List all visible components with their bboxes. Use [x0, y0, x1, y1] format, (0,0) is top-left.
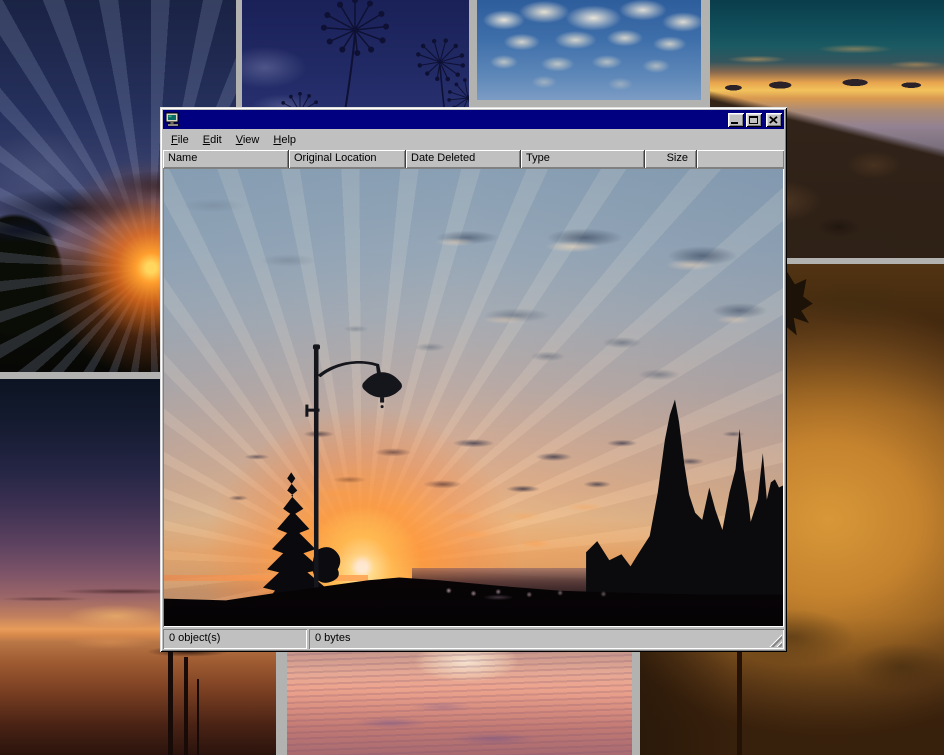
title-bar[interactable] [163, 110, 784, 129]
lake-pole [168, 650, 173, 755]
photo-silhouettes [164, 169, 783, 626]
lake-pole [184, 657, 188, 755]
column-header-original-location[interactable]: Original Location [289, 150, 406, 168]
menu-file[interactable]: File [164, 131, 196, 149]
maximize-button[interactable] [746, 113, 762, 127]
status-total-size: 0 bytes [309, 629, 784, 649]
column-header-blank[interactable] [697, 150, 784, 168]
menu-edit[interactable]: Edit [196, 131, 229, 149]
close-button[interactable] [766, 113, 782, 127]
menu-bar: File Edit View Help [163, 130, 784, 150]
resize-grip[interactable] [769, 634, 782, 647]
status-object-count: 0 object(s) [163, 629, 307, 649]
minimize-button[interactable] [728, 113, 744, 127]
column-header-size[interactable]: Size [645, 150, 697, 168]
status-bar: 0 object(s) 0 bytes [163, 629, 784, 649]
desktop[interactable]: File Edit View Help Name Original Locati… [0, 0, 944, 755]
menu-help[interactable]: Help [266, 131, 303, 149]
recycle-bin-window: File Edit View Help Name Original Locati… [160, 107, 787, 652]
column-header-date-deleted[interactable]: Date Deleted [406, 150, 521, 168]
minimize-icon [731, 122, 738, 124]
maximize-icon [749, 116, 758, 124]
status-total-size-text: 0 bytes [315, 632, 350, 644]
menu-view[interactable]: View [229, 131, 267, 149]
column-header-row: Name Original Location Date Deleted Type… [163, 150, 784, 168]
column-header-name[interactable]: Name [163, 150, 289, 168]
photo-town-lights [164, 580, 783, 607]
close-x-icon [769, 116, 778, 124]
street-lamp-sunset-photo [164, 169, 783, 626]
lake-pole [197, 679, 199, 755]
water-ripples [287, 648, 632, 755]
computer-monitor-icon[interactable] [165, 112, 181, 127]
file-list-view[interactable] [163, 168, 784, 627]
column-header-type[interactable]: Type [521, 150, 645, 168]
wallpaper-blue-sky-clouds-photo [477, 0, 701, 100]
